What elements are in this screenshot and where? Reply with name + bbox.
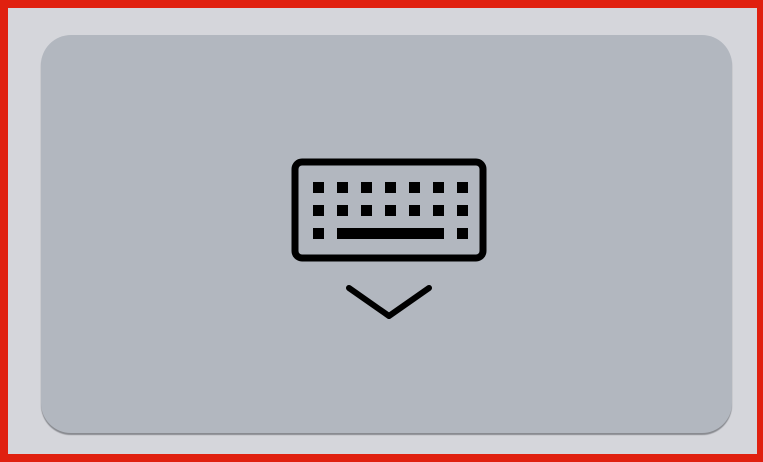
dismiss-keyboard-button[interactable] — [41, 35, 732, 433]
keyboard-area — [0, 0, 763, 462]
chevron-down-icon — [346, 285, 432, 319]
keyboard-icon — [291, 158, 487, 262]
key-label — [41, 432, 42, 433]
keyboard-dismiss-icon — [291, 158, 487, 319]
